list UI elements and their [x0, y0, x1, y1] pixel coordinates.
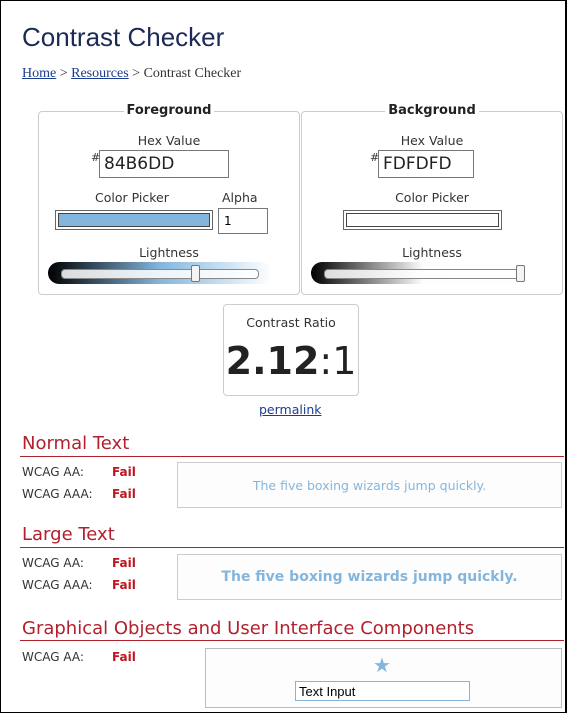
large-aaa-label: WCAG AAA:: [22, 578, 93, 592]
normal-aa-label: WCAG AA:: [22, 465, 84, 479]
normal-text-sample: The five boxing wizards jump quickly.: [177, 462, 562, 508]
breadcrumb-separator: >: [59, 66, 68, 81]
breadcrumb-home-link[interactable]: Home: [22, 66, 56, 81]
background-lightness-label: Lightness: [402, 245, 462, 260]
contrast-ratio-label: Contrast Ratio: [246, 315, 336, 330]
breadcrumb-resources-link[interactable]: Resources: [71, 66, 129, 81]
foreground-alpha-input[interactable]: [218, 208, 268, 234]
large-aa-result: Fail: [112, 556, 136, 570]
contrast-ratio-number: 2.12: [225, 339, 320, 383]
large-text-heading: Large Text: [22, 524, 115, 545]
background-hex-input[interactable]: [378, 150, 474, 178]
background-lightness-slider[interactable]: [311, 262, 535, 284]
contrast-ratio-suffix: :1: [319, 339, 357, 383]
breadcrumb-separator: >: [132, 66, 141, 81]
large-aaa-result: Fail: [112, 578, 136, 592]
foreground-color-picker[interactable]: [55, 210, 213, 230]
graphical-objects-heading: Graphical Objects and User Interface Com…: [22, 618, 475, 639]
normal-aaa-result: Fail: [112, 487, 136, 501]
foreground-lightness-slider[interactable]: [48, 262, 272, 284]
section-divider: [20, 640, 564, 641]
section-divider: [20, 456, 564, 457]
foreground-color-picker-label: Color Picker: [95, 190, 169, 205]
breadcrumb-current: Contrast Checker: [143, 66, 242, 81]
foreground-hex-input[interactable]: [99, 150, 229, 178]
contrast-ratio-value: 2.12:1: [224, 339, 358, 383]
normal-aa-result: Fail: [112, 465, 136, 479]
foreground-hex-label: Hex Value: [137, 133, 201, 148]
foreground-lightness-handle[interactable]: [191, 265, 200, 282]
large-text-sample: The five boxing wizards jump quickly.: [177, 554, 562, 600]
normal-text-heading: Normal Text: [22, 433, 130, 454]
large-aa-label: WCAG AA:: [22, 556, 84, 570]
background-lightness-handle[interactable]: [516, 265, 525, 282]
section-divider: [20, 547, 564, 548]
sample-text-input[interactable]: [295, 681, 470, 701]
ui-components-sample: ★: [205, 648, 562, 708]
background-hex-label: Hex Value: [400, 133, 464, 148]
graphical-aa-result: Fail: [112, 650, 136, 664]
foreground-alpha-label: Alpha: [222, 190, 258, 205]
page-title: Contrast Checker: [22, 22, 225, 52]
contrast-ratio-box: Contrast Ratio 2.12:1: [223, 304, 359, 396]
foreground-lightness-label: Lightness: [139, 245, 199, 260]
foreground-legend: Foreground: [39, 103, 299, 118]
foreground-panel: Foreground Hex Value # Color Picker Alph…: [38, 103, 300, 295]
background-color-picker-label: Color Picker: [395, 190, 469, 205]
graphical-aa-label: WCAG AA:: [22, 650, 84, 664]
background-legend: Background: [302, 103, 562, 118]
permalink-link[interactable]: permalink: [259, 402, 322, 417]
breadcrumb: Home > Resources > Contrast Checker: [22, 66, 241, 82]
background-color-picker[interactable]: [343, 210, 502, 230]
background-panel: Background Hex Value # Color Picker Ligh…: [301, 103, 563, 295]
normal-aaa-label: WCAG AAA:: [22, 487, 93, 501]
star-icon: ★: [373, 653, 391, 677]
